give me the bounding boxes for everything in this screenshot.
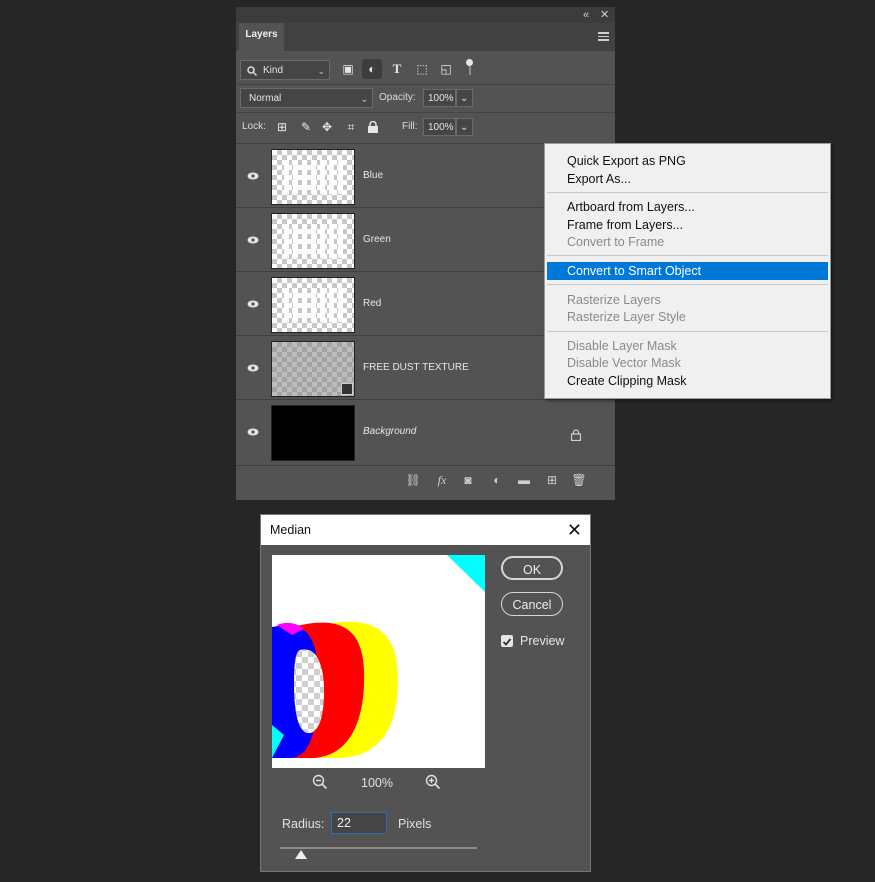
chevron-down-icon: ⌄ — [360, 94, 368, 104]
layer-thumbnail — [271, 341, 355, 397]
menu-item-rasterize-layers: Rasterize Layers — [567, 293, 661, 307]
layer-thumbnail — [271, 149, 355, 205]
smart-object-badge-icon — [341, 383, 353, 395]
filter-shape-icon[interactable]: ⬚ — [412, 59, 432, 79]
tab-bar — [236, 23, 615, 51]
dialog-title: Median — [270, 523, 311, 537]
eye-icon[interactable] — [244, 400, 262, 464]
menu-item-convert-to-frame: Convert to Frame — [567, 235, 665, 249]
filter-smart-object-icon[interactable]: ◱ — [436, 59, 456, 79]
menu-item-convert-to-smart-object[interactable]: Convert to Smart Object — [547, 262, 828, 280]
menu-item-disable-vector-mask: Disable Vector Mask — [567, 356, 681, 370]
layer-name: Background — [363, 426, 417, 437]
layer-thumbnail — [271, 213, 355, 269]
filter-preview-image[interactable] — [272, 555, 485, 768]
preview-artwork — [272, 555, 485, 759]
eye-icon[interactable] — [244, 144, 262, 208]
link-layers-icon[interactable]: ⛓ — [403, 470, 423, 490]
lock-image-pixels-icon[interactable]: ✎ — [296, 117, 316, 137]
lock-artboard-icon[interactable]: ⌗ — [341, 117, 361, 137]
close-panel-icon[interactable]: ✕ — [600, 8, 609, 22]
layer-name: Red — [363, 298, 382, 309]
new-group-folder-icon[interactable]: ▬ — [514, 470, 534, 490]
fill-label: Fill: — [402, 121, 418, 132]
layer-name: Blue — [363, 170, 384, 181]
close-icon[interactable]: ✕ — [567, 515, 582, 545]
trash-icon[interactable]: 🗑 — [569, 470, 589, 490]
lock-transparent-icon[interactable]: ⊞ — [272, 117, 292, 137]
zoom-level: 100% — [361, 776, 393, 790]
eye-icon[interactable] — [244, 336, 262, 400]
panel-title-bar — [236, 7, 615, 23]
opacity-dropdown-button[interactable]: ⌄ — [456, 89, 473, 107]
eye-icon[interactable] — [244, 272, 262, 336]
menu-item-rasterize-layer-style: Rasterize Layer Style — [567, 310, 686, 324]
opacity-label: Opacity: — [379, 92, 416, 103]
lock-position-icon[interactable]: ✥ — [317, 117, 337, 137]
search-icon — [247, 66, 257, 76]
blend-mode-dropdown[interactable]: Normal ⌄ — [240, 88, 373, 108]
fill-dropdown-button[interactable]: ⌄ — [456, 118, 473, 136]
menu-item-quick-export-png[interactable]: Quick Export as PNG — [547, 152, 828, 170]
layer-context-menu: Quick Export as PNG Export As... Artboar… — [544, 143, 831, 399]
menu-item-frame-from-layers[interactable]: Frame from Layers... — [547, 216, 828, 234]
menu-item-create-clipping-mask[interactable]: Create Clipping Mask — [547, 372, 828, 390]
radius-slider-track[interactable] — [280, 847, 477, 849]
filter-toggle-icon[interactable] — [465, 59, 473, 75]
layer-thumbnail — [271, 405, 355, 461]
radius-unit: Pixels — [398, 817, 432, 831]
adjustment-layer-icon[interactable]: ◐ — [487, 470, 507, 490]
fill-input[interactable]: 100% — [423, 118, 456, 136]
panel-menu-icon[interactable] — [598, 32, 609, 43]
layer-name: Green — [363, 234, 391, 245]
zoom-out-icon[interactable] — [312, 774, 332, 794]
layer-name: FREE DUST TEXTURE — [363, 362, 469, 373]
menu-item-export-as[interactable]: Export As... — [547, 170, 828, 188]
fx-icon[interactable]: fx — [432, 470, 452, 490]
opacity-input[interactable]: 100% — [423, 89, 456, 107]
new-layer-icon[interactable]: ⊞ — [542, 470, 562, 490]
chevron-down-icon: ⌄ — [317, 66, 325, 76]
checkmark-icon — [502, 638, 512, 646]
filter-kind-label: Kind — [263, 65, 284, 76]
blend-mode-value: Normal — [249, 93, 282, 104]
zoom-in-icon[interactable] — [425, 774, 445, 794]
filter-pixel-icon[interactable]: ▣ — [338, 59, 358, 79]
menu-item-disable-layer-mask: Disable Layer Mask — [567, 339, 677, 353]
radius-input[interactable]: 22 — [331, 812, 387, 834]
preview-checkbox[interactable] — [501, 635, 513, 647]
filter-adjustment-icon[interactable]: ◐ — [362, 59, 382, 79]
menu-item-artboard-from-layers[interactable]: Artboard from Layers... — [547, 198, 828, 216]
lock-all-icon[interactable] — [363, 117, 383, 137]
radius-slider-handle[interactable] — [295, 850, 307, 859]
eye-icon[interactable] — [244, 208, 262, 272]
filter-type-icon[interactable]: T — [387, 59, 407, 79]
filter-kind-dropdown[interactable]: Kind ⌄ — [240, 60, 330, 80]
cancel-button[interactable]: Cancel — [501, 592, 563, 616]
layer-thumbnail — [271, 277, 355, 333]
collapse-panel-icon[interactable]: « — [583, 8, 589, 22]
layer-row[interactable]: Background — [236, 399, 615, 465]
radius-label: Radius: — [282, 817, 325, 831]
tab-layers[interactable]: Layers — [239, 23, 284, 51]
ok-button[interactable]: OK — [501, 556, 563, 580]
add-mask-icon[interactable]: ◙ — [458, 470, 478, 490]
lock-icon — [570, 428, 582, 446]
preview-label: Preview — [520, 634, 565, 648]
lock-label: Lock: — [242, 121, 266, 132]
median-dialog: Median ✕ 100% OK Cancel Preview Radius: … — [260, 514, 591, 872]
